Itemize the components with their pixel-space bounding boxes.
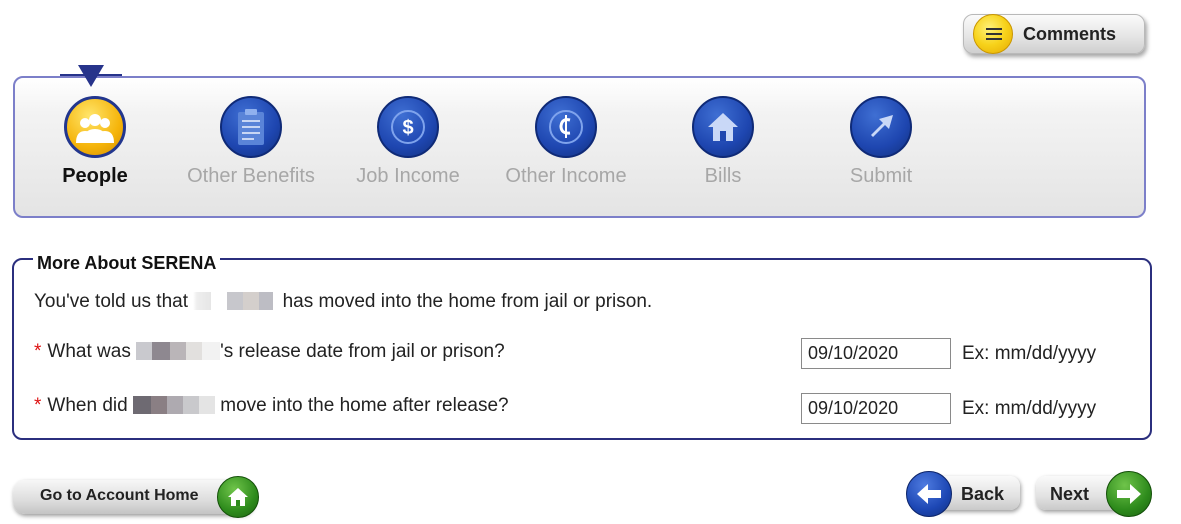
next-arrow-icon[interactable]	[1106, 471, 1152, 517]
home-icon	[692, 96, 754, 158]
question-move-date-before: When did	[47, 395, 128, 416]
step-label-job-income: Job Income	[356, 165, 460, 187]
step-people[interactable]: People	[15, 96, 175, 188]
intro-text-after: has moved into the home from jail or pri…	[282, 291, 653, 312]
comments-label: Comments	[1023, 23, 1117, 44]
step-other-income[interactable]: Other Income	[486, 96, 646, 188]
cents-icon	[535, 96, 597, 158]
account-home-label: Go to Account Home	[40, 487, 199, 504]
back-label: Back	[961, 484, 1005, 504]
progress-steps: People Other Benefits $ Job Income Other…	[13, 76, 1146, 218]
redacted-name	[193, 292, 278, 310]
svg-text:$: $	[402, 117, 413, 139]
home-icon	[217, 476, 259, 518]
step-label-bills: Bills	[704, 165, 742, 187]
required-marker: *	[34, 395, 42, 416]
comments-icon	[973, 14, 1013, 54]
step-label-people: People	[62, 165, 128, 187]
step-submit[interactable]: Submit	[801, 96, 961, 188]
current-step-pointer-icon	[78, 65, 104, 87]
release-date-hint: Ex: mm/dd/yyyy	[962, 343, 1097, 364]
intro-text-before: You've told us that	[34, 291, 188, 312]
question-release-date-after: 's release date from jail or prison?	[220, 341, 505, 362]
redacted-name	[132, 396, 215, 414]
next-label: Next	[1050, 484, 1090, 504]
required-marker: *	[34, 341, 42, 362]
section-legend: More About SERENA	[33, 253, 221, 274]
dollar-icon: $	[377, 96, 439, 158]
step-other-benefits[interactable]: Other Benefits	[171, 96, 331, 188]
go-to-account-home-button[interactable]: Go to Account Home	[13, 476, 259, 518]
people-icon	[64, 96, 126, 158]
question-release-date-before: What was	[47, 341, 131, 362]
step-label-other-income: Other Income	[505, 165, 627, 187]
move-date-input[interactable]	[801, 393, 951, 424]
back-arrow-icon[interactable]	[906, 471, 952, 517]
step-bills[interactable]: Bills	[643, 96, 803, 188]
comments-button[interactable]: Comments	[963, 14, 1145, 54]
step-job-income[interactable]: $ Job Income	[328, 96, 488, 188]
intro-text: You've told us that has moved into the h…	[34, 291, 652, 313]
clipboard-icon	[220, 96, 282, 158]
redacted-name	[136, 342, 221, 360]
arrow-icon	[850, 96, 912, 158]
question-move-date-after: move into the home after release?	[220, 395, 509, 416]
release-date-input[interactable]	[801, 338, 951, 369]
step-label-submit: Submit	[849, 165, 913, 187]
step-label-other-benefits: Other Benefits	[187, 165, 315, 187]
move-date-hint: Ex: mm/dd/yyyy	[962, 398, 1097, 419]
question-move-date: * When did move into the home after relea…	[34, 395, 509, 417]
question-release-date: * What was 's release date from jail or p…	[34, 341, 505, 363]
